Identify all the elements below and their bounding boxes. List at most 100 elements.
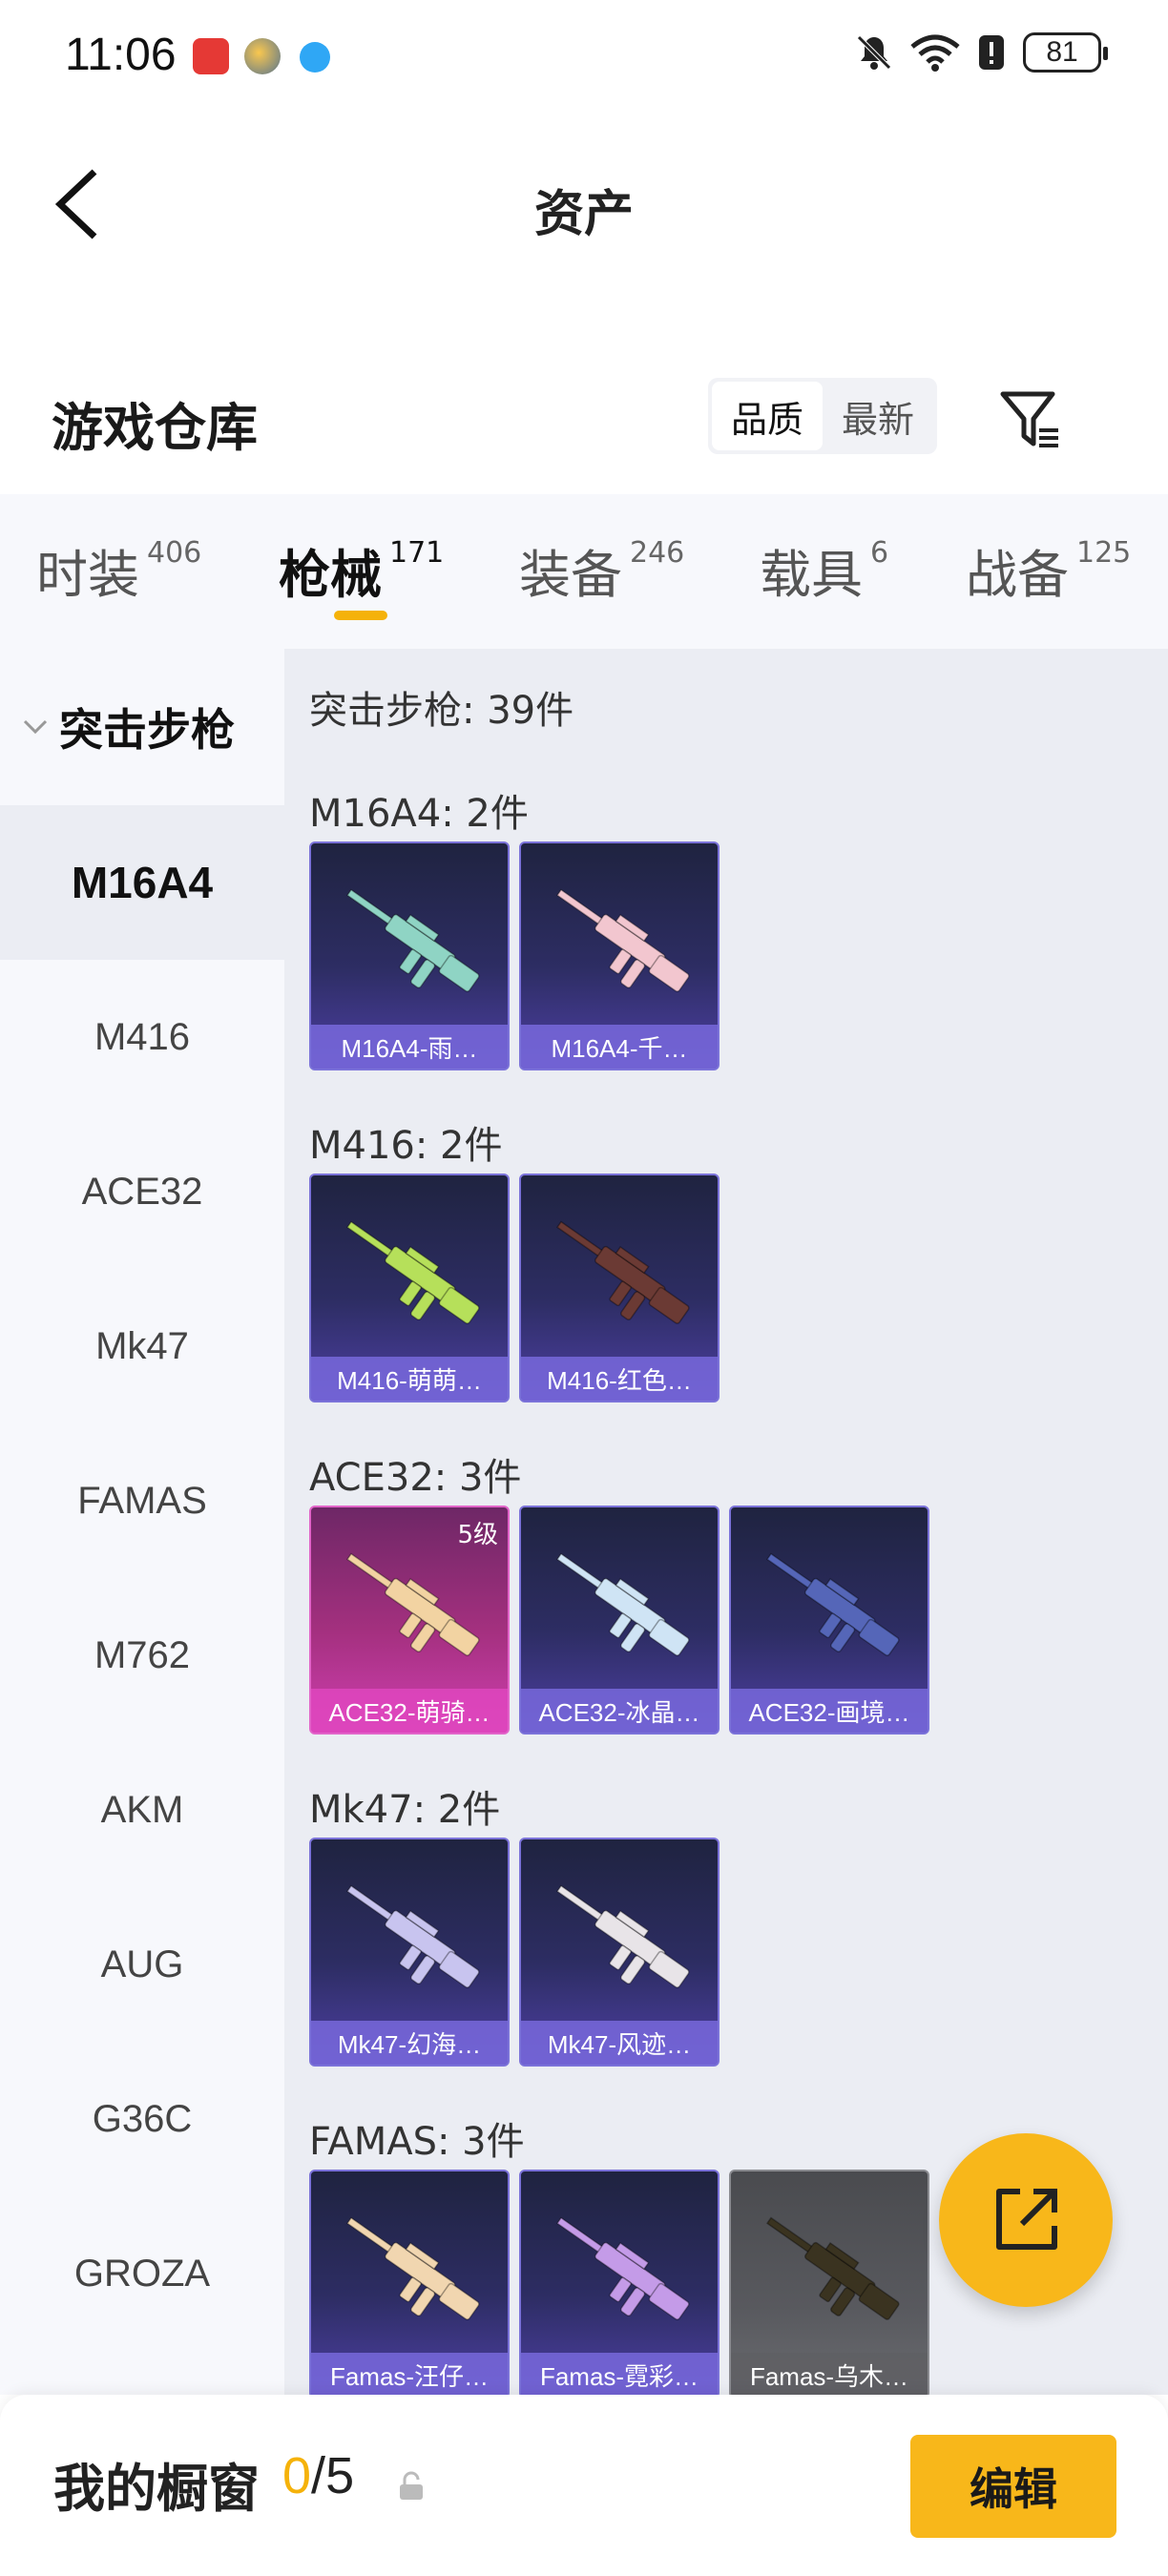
skin-name: Famas-汪仔… bbox=[311, 2353, 508, 2395]
sidebar-item-m16a4[interactable]: M16A4 bbox=[0, 805, 284, 960]
weapon-skin-card[interactable]: Mk47-幻海… bbox=[309, 1838, 510, 2067]
active-tab-indicator bbox=[334, 611, 387, 620]
rifle-icon bbox=[555, 2216, 690, 2320]
sort-quality-button[interactable]: 品质 bbox=[712, 382, 823, 450]
sidebar-item-groza[interactable]: GROZA bbox=[0, 2196, 284, 2351]
showcase-max: 5 bbox=[325, 2447, 355, 2504]
group-label: 突击步枪 bbox=[59, 704, 235, 756]
header: 资产 bbox=[0, 134, 1168, 277]
section-heading: M416: 2件 bbox=[309, 1124, 503, 1168]
weapon-skin-card[interactable]: Mk47-风迹… bbox=[519, 1838, 720, 2067]
tab-count: 171 bbox=[389, 536, 445, 570]
rifle-icon bbox=[555, 888, 690, 992]
weapon-skin-card[interactable]: M16A4-雨… bbox=[309, 841, 510, 1070]
filter-icon bbox=[1000, 391, 1058, 447]
rifle-icon bbox=[345, 2216, 480, 2320]
share-button[interactable] bbox=[939, 2133, 1113, 2307]
skin-name: M416-红色… bbox=[521, 1357, 718, 1401]
weapon-skin-card[interactable]: Famas-汪仔… bbox=[309, 2170, 510, 2395]
rifle-icon bbox=[345, 1884, 480, 1988]
weapon-grid: 突击步枪: 39件 M16A4: 2件 M16A4-雨… M16A4-千… M416:… bbox=[284, 649, 1168, 2395]
sidebar-item-akm[interactable]: AKM bbox=[0, 1733, 284, 1887]
sort-toggle: 品质 最新 bbox=[708, 378, 937, 454]
section-heading: ACE32: 3件 bbox=[309, 1456, 522, 1500]
mute-icon bbox=[855, 33, 893, 72]
tab-supplies[interactable]: 战备 125 bbox=[966, 532, 1131, 608]
weapon-sidebar: 突击步枪 M16A4 M416 ACE32 Mk47 FAMAS M762 AK… bbox=[0, 649, 284, 2395]
messenger-app-icon bbox=[300, 42, 330, 73]
warehouse-row: 游戏仓库 品质 最新 bbox=[0, 363, 1168, 477]
rifle-icon bbox=[555, 1552, 690, 1656]
skin-name: Mk47-风迹… bbox=[521, 2021, 718, 2065]
weapon-skin-card[interactable]: Famas-霓彩… bbox=[519, 2170, 720, 2395]
tab-label: 战备 bbox=[966, 545, 1069, 605]
weapon-skin-card[interactable]: ACE32-画境… bbox=[729, 1506, 929, 1735]
wifi-icon bbox=[910, 33, 960, 72]
weapon-skin-card[interactable]: M16A4-千… bbox=[519, 841, 720, 1070]
tab-count: 406 bbox=[147, 536, 202, 570]
sidebar-item-m416[interactable]: M416 bbox=[0, 960, 284, 1114]
showcase-label: 我的橱窗 bbox=[53, 2459, 260, 2519]
skin-name: M416-萌萌… bbox=[311, 1357, 508, 1401]
sidebar-item-mk47[interactable]: Mk47 bbox=[0, 1269, 284, 1423]
weapon-skin-card[interactable]: M416-红色… bbox=[519, 1174, 720, 1402]
weapon-skin-card[interactable]: Famas-乌木… bbox=[729, 2170, 929, 2395]
rifle-icon bbox=[345, 1552, 480, 1656]
skin-name: ACE32-萌骑… bbox=[311, 1689, 508, 1733]
rifle-icon bbox=[345, 1220, 480, 1324]
showcase-bar: 我的橱窗 0/5 编辑 bbox=[0, 2395, 1168, 2576]
status-time: 11:06 bbox=[65, 30, 177, 80]
skin-name: Famas-乌木… bbox=[731, 2353, 928, 2395]
warehouse-title: 游戏仓库 bbox=[52, 398, 258, 458]
category-tabs: 时装 406 枪械 171 装备 246 载具 6 战备 125 bbox=[0, 494, 1168, 649]
tab-count: 246 bbox=[630, 536, 685, 570]
rifle-icon bbox=[765, 2216, 900, 2320]
tab-count: 125 bbox=[1076, 536, 1132, 570]
rifle-icon bbox=[765, 1552, 900, 1656]
sidebar-item-ace32[interactable]: ACE32 bbox=[0, 1114, 284, 1269]
tab-equipment[interactable]: 装备 246 bbox=[519, 532, 684, 608]
section-heading: M16A4: 2件 bbox=[309, 792, 529, 836]
lock-icon bbox=[400, 2471, 423, 2500]
weapon-skin-card[interactable]: 5级 ACE32-萌骑… bbox=[309, 1506, 510, 1735]
showcase-separator: / bbox=[311, 2447, 326, 2504]
browser-app-icon bbox=[244, 38, 281, 74]
app-root: 11:06 81 资产 游戏仓库 品质 最新 时装 406 枪械 171 装备 … bbox=[0, 0, 1168, 2576]
alert-icon bbox=[977, 33, 1006, 72]
tab-label: 枪械 bbox=[279, 545, 382, 605]
tab-count: 6 bbox=[870, 536, 889, 570]
section-heading: FAMAS: 3件 bbox=[309, 2120, 525, 2164]
huawei-app-icon bbox=[193, 38, 229, 74]
tab-label: 装备 bbox=[519, 545, 622, 605]
filter-button[interactable] bbox=[992, 382, 1069, 458]
weapon-skin-card[interactable]: ACE32-冰晶… bbox=[519, 1506, 720, 1735]
sidebar-item-famas[interactable]: FAMAS bbox=[0, 1423, 284, 1578]
sidebar-item-aug[interactable]: AUG bbox=[0, 1887, 284, 2042]
tab-label: 载具 bbox=[760, 545, 863, 605]
weapon-skin-card[interactable]: M416-萌萌… bbox=[309, 1174, 510, 1402]
page-title: 资产 bbox=[533, 186, 634, 243]
tab-guns[interactable]: 枪械 171 bbox=[279, 532, 444, 608]
level-badge: 5级 bbox=[457, 1521, 498, 1549]
section-heading: Mk47: 2件 bbox=[309, 1788, 501, 1832]
rifle-icon bbox=[345, 888, 480, 992]
tab-vehicles[interactable]: 载具 6 bbox=[760, 532, 888, 608]
skin-name: ACE32-画境… bbox=[731, 1689, 928, 1733]
battery-indicator: 81 bbox=[1023, 32, 1108, 73]
rifle-icon bbox=[555, 1884, 690, 1988]
chevron-down-icon bbox=[23, 719, 48, 735]
tab-fashion[interactable]: 时装 406 bbox=[36, 532, 201, 608]
status-icons: 81 bbox=[855, 32, 1108, 73]
group-header-assault-rifles[interactable]: 突击步枪 bbox=[0, 649, 284, 805]
skin-name: ACE32-冰晶… bbox=[521, 1689, 718, 1733]
showcase-count: 0/5 bbox=[282, 2446, 354, 2505]
edit-button[interactable]: 编辑 bbox=[910, 2435, 1116, 2538]
rifle-icon bbox=[555, 1220, 690, 1324]
sort-newest-button[interactable]: 最新 bbox=[823, 382, 933, 450]
showcase-current: 0 bbox=[282, 2447, 312, 2504]
tab-label: 时装 bbox=[36, 545, 139, 605]
sidebar-item-g36c[interactable]: G36C bbox=[0, 2042, 284, 2196]
sidebar-item-m762[interactable]: M762 bbox=[0, 1578, 284, 1733]
status-bar: 11:06 81 bbox=[0, 0, 1168, 114]
skin-name: Mk47-幻海… bbox=[311, 2021, 508, 2065]
